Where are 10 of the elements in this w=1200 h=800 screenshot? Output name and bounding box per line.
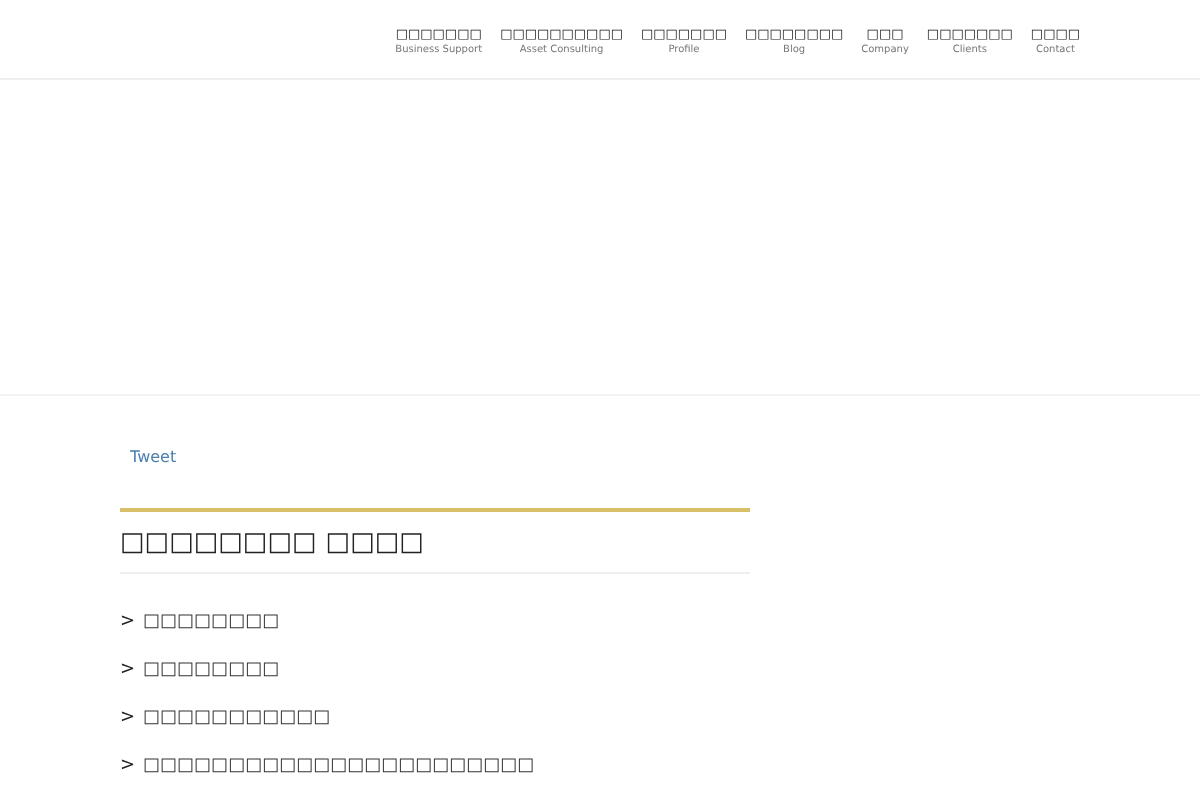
arrow-glyph: > <box>120 708 136 728</box>
tweet-link[interactable]: Tweet <box>130 448 750 508</box>
list-link[interactable]: □□□□□□□□□□□□□□□□□□□□□□□ <box>143 756 535 776</box>
list-link[interactable]: □□□□□□□□□□□ <box>143 708 331 728</box>
arrow-glyph: > <box>120 612 136 632</box>
section-heading: □□□□□□□□ □□□□ <box>120 508 750 574</box>
arrow-glyph: > <box>120 756 136 776</box>
arrow-glyph: > <box>120 660 136 680</box>
list-link[interactable]: □□□□□□□□ <box>143 612 280 632</box>
list-link[interactable]: □□□□□□□□ <box>143 660 280 680</box>
